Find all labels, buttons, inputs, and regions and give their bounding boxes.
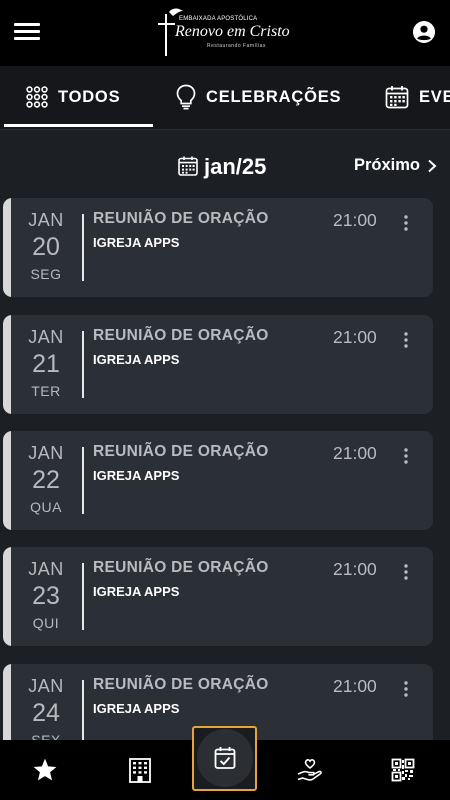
tab-celebracoes-label: CELEBRAÇÕES bbox=[206, 87, 342, 106]
event-month: JAN bbox=[28, 676, 64, 696]
event-divider bbox=[82, 680, 84, 747]
event-day: 22 bbox=[32, 466, 60, 494]
star-icon bbox=[33, 758, 57, 781]
menu-icon[interactable] bbox=[14, 22, 40, 42]
event-divider bbox=[82, 563, 84, 630]
hand-heart-icon bbox=[297, 759, 322, 781]
event-weekday: QUI bbox=[32, 615, 60, 631]
event-divider bbox=[82, 447, 84, 514]
event-location: IGREJA APPS bbox=[93, 468, 180, 483]
church-logo: EMBAIXADA APOSTÓLICA Renovo em Cristo Re… bbox=[155, 6, 300, 58]
event-day: 20 bbox=[32, 233, 60, 261]
nav-church[interactable] bbox=[95, 740, 185, 800]
logo-main-text: Renovo em Cristo bbox=[175, 23, 290, 40]
more-options-icon[interactable] bbox=[398, 331, 414, 349]
month-calendar-icon bbox=[178, 156, 198, 176]
event-date: JAN 20 SEG bbox=[11, 198, 81, 297]
event-title: REUNIÃO DE ORAÇÃO bbox=[93, 443, 269, 460]
next-month-label: Próximo bbox=[354, 156, 421, 174]
event-month: JAN bbox=[28, 443, 64, 463]
tab-todos[interactable]: TODOS bbox=[26, 66, 120, 128]
qr-code-icon bbox=[391, 758, 415, 782]
event-weekday: QUA bbox=[30, 499, 62, 515]
active-tab-indicator bbox=[4, 124, 153, 127]
event-time: 21:00 bbox=[333, 559, 377, 579]
next-month-button[interactable]: Próximo bbox=[354, 156, 437, 175]
nav-agenda[interactable] bbox=[197, 729, 253, 787]
event-card[interactable]: JAN 21 TER REUNIÃO DE ORAÇÃO IGREJA APPS… bbox=[3, 315, 433, 414]
logo-sub-text: Restaurando Famílias bbox=[207, 43, 266, 49]
event-time: 21:00 bbox=[333, 676, 377, 696]
tab-eventos[interactable]: EVE bbox=[385, 66, 450, 128]
chevron-right-icon bbox=[428, 159, 437, 172]
logo-small-text: EMBAIXADA APOSTÓLICA bbox=[179, 16, 258, 22]
event-weekday: TER bbox=[31, 383, 61, 399]
event-date: JAN 21 TER bbox=[11, 315, 81, 414]
tab-todos-label: TODOS bbox=[58, 87, 121, 106]
event-title: REUNIÃO DE ORAÇÃO bbox=[93, 327, 269, 344]
event-location: IGREJA APPS bbox=[93, 235, 180, 250]
event-card[interactable]: JAN 22 QUA REUNIÃO DE ORAÇÃO IGREJA APPS… bbox=[3, 431, 433, 530]
more-options-icon[interactable] bbox=[398, 214, 414, 232]
calendar-check-icon bbox=[214, 747, 236, 769]
tab-celebracoes[interactable]: CELEBRAÇÕES bbox=[176, 66, 341, 128]
event-day: 21 bbox=[32, 350, 60, 378]
event-card[interactable]: JAN 23 QUI REUNIÃO DE ORAÇÃO IGREJA APPS… bbox=[3, 547, 433, 646]
event-time: 21:00 bbox=[333, 443, 377, 463]
event-time: 21:00 bbox=[333, 210, 377, 230]
event-month: JAN bbox=[28, 210, 64, 230]
event-location: IGREJA APPS bbox=[93, 352, 180, 367]
event-day: 24 bbox=[32, 699, 60, 727]
event-title: REUNIÃO DE ORAÇÃO bbox=[93, 210, 269, 227]
nav-favorites[interactable] bbox=[0, 740, 90, 800]
event-weekday: SEG bbox=[30, 266, 62, 282]
event-card[interactable]: JAN 20 SEG REUNIÃO DE ORAÇÃO IGREJA APPS… bbox=[3, 198, 433, 297]
nav-donations[interactable] bbox=[265, 740, 355, 800]
event-time: 21:00 bbox=[333, 327, 377, 347]
more-options-icon[interactable] bbox=[398, 680, 414, 698]
lightbulb-icon bbox=[176, 84, 196, 110]
event-location: IGREJA APPS bbox=[93, 701, 180, 716]
current-month-label: jan/25 bbox=[204, 154, 267, 179]
grid-dots-icon bbox=[26, 86, 48, 108]
more-options-icon[interactable] bbox=[398, 447, 414, 465]
tab-eventos-label: EVE bbox=[419, 87, 450, 106]
event-day: 23 bbox=[32, 582, 60, 610]
event-date: JAN 22 QUA bbox=[11, 431, 81, 530]
event-divider bbox=[82, 214, 84, 281]
event-month: JAN bbox=[28, 327, 64, 347]
event-divider bbox=[82, 331, 84, 398]
category-tabs: TODOS CELEBRAÇÕES EVE bbox=[0, 66, 450, 130]
calendar-icon bbox=[385, 86, 409, 109]
app-header: EMBAIXADA APOSTÓLICA Renovo em Cristo Re… bbox=[0, 0, 450, 66]
event-title: REUNIÃO DE ORAÇÃO bbox=[93, 676, 269, 693]
user-profile-icon[interactable] bbox=[413, 21, 435, 43]
building-icon bbox=[129, 758, 151, 783]
event-location: IGREJA APPS bbox=[93, 584, 180, 599]
event-month: JAN bbox=[28, 559, 64, 579]
nav-qr[interactable] bbox=[358, 740, 448, 800]
event-title: REUNIÃO DE ORAÇÃO bbox=[93, 559, 269, 576]
more-options-icon[interactable] bbox=[398, 563, 414, 581]
event-date: JAN 23 QUI bbox=[11, 547, 81, 646]
